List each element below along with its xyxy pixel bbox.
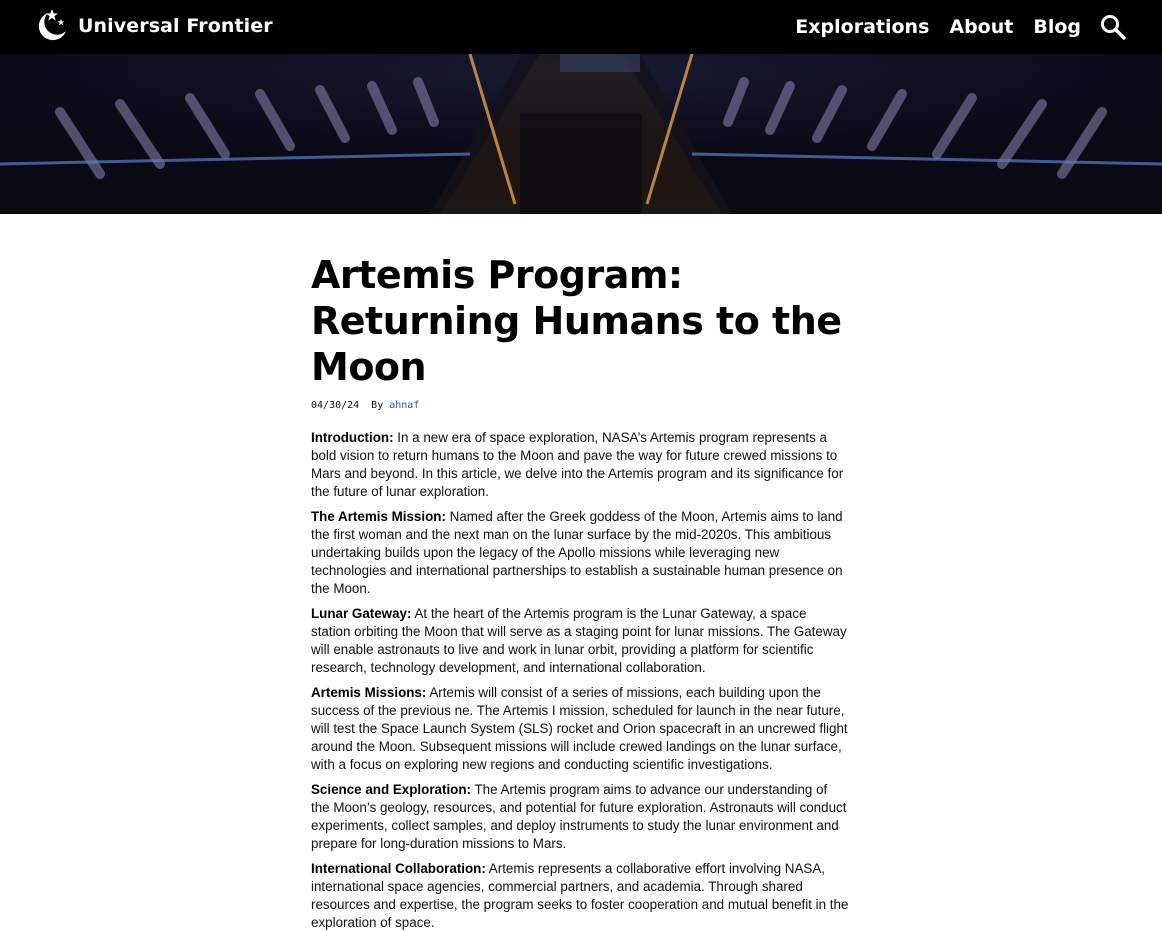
main-nav: Explorations About Blog xyxy=(775,0,1127,54)
article-paragraph-artemis-missions: Artemis Missions: Artemis will consist o… xyxy=(311,684,849,774)
paragraph-heading: Science and Exploration: xyxy=(311,782,471,797)
search-icon xyxy=(1101,15,1126,40)
article-paragraph-collaboration: International Collaboration: Artemis rep… xyxy=(311,860,849,932)
moon-stars-icon xyxy=(38,9,66,41)
nav-about[interactable]: About xyxy=(949,16,1013,38)
article-title: Artemis Program: Returning Humans to the… xyxy=(311,253,842,389)
article-paragraph-artemis-mission: The Artemis Mission: Named after the Gre… xyxy=(311,508,849,598)
search-button[interactable] xyxy=(1099,13,1127,41)
article: Artemis Program: Returning Humans to the… xyxy=(311,252,849,932)
hero-image xyxy=(0,54,1162,214)
article-paragraph-science: Science and Exploration: The Artemis pro… xyxy=(311,781,849,853)
site-header: Universal Frontier Explorations About Bl… xyxy=(0,0,1162,54)
article-meta: 04/30/24 By ahnaf xyxy=(311,400,849,411)
article-date: 04/30/24 xyxy=(311,400,360,411)
article-byline: By ahnaf xyxy=(371,400,419,411)
nav-explorations[interactable]: Explorations xyxy=(795,16,929,38)
brand-home-link[interactable]: Universal Frontier xyxy=(32,7,273,45)
article-paragraph-introduction: Introduction: In a new era of space expl… xyxy=(311,429,849,501)
paragraph-heading: Lunar Gateway: xyxy=(311,606,412,621)
author-link[interactable]: ahnaf xyxy=(389,400,419,411)
byline-label: By xyxy=(371,400,384,411)
brand-name: Universal Frontier xyxy=(78,15,273,37)
corridor-illustration xyxy=(0,54,1162,214)
paragraph-heading: Introduction: xyxy=(311,430,394,445)
paragraph-heading: International Collaboration: xyxy=(311,861,486,876)
paragraph-heading: The Artemis Mission: xyxy=(311,509,446,524)
paragraph-heading: Artemis Missions: xyxy=(311,685,427,700)
article-paragraph-lunar-gateway: Lunar Gateway: At the heart of the Artem… xyxy=(311,605,849,677)
nav-blog[interactable]: Blog xyxy=(1033,16,1081,38)
